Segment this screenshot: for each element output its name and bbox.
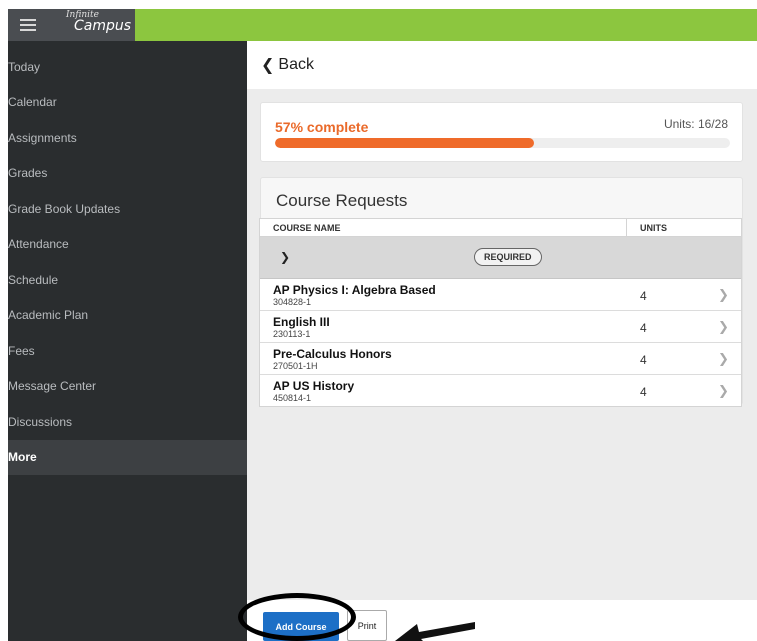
course-name: AP US History [273,379,355,393]
sidebar-item-academic-plan[interactable]: Academic Plan [8,298,247,334]
course-code: 450814-1 [273,393,312,403]
sidebar-item-label: Academic Plan [8,308,89,323]
sidebar-item-message-center[interactable]: Message Center [8,369,247,405]
table-row[interactable]: English III 230113-1 4 ❯ [260,311,741,343]
sidebar-item-attendance[interactable]: Attendance [8,227,247,263]
chevron-right-icon: ❯ [718,287,729,302]
app-logo[interactable]: Infinite Campus [48,9,135,41]
sidebar-item-label: More [8,450,37,465]
column-header-units: UNITS [640,223,667,233]
sidebar-item-discussions[interactable]: Discussions [8,404,247,440]
sidebar-item-label: Today [8,59,41,74]
sidebar-item-label: Attendance [8,237,69,252]
sidebar-item-assignments[interactable]: Assignments [8,120,247,156]
action-footer: Add Course Print [247,600,757,641]
menu-toggle-button[interactable] [8,9,48,41]
progress-track [275,138,730,148]
course-name: English III [273,315,330,329]
course-units: 4 [640,353,647,367]
course-units: 4 [640,321,647,335]
sidebar-item-label: Assignments [8,130,77,145]
chevron-right-icon: ❯ [718,351,729,366]
column-header-course-name: COURSE NAME [260,219,627,236]
course-code: 230113-1 [273,329,311,339]
required-group-row[interactable]: ❯ REQUIRED [260,237,741,279]
table-header: COURSE NAME UNITS [260,219,741,237]
sidebar: Today Calendar Assignments Grades Grade … [8,41,247,641]
table-row[interactable]: AP Physics I: Algebra Based 304828-1 4 ❯ [260,279,741,311]
units-label: Units: 16/28 [663,117,728,131]
chevron-down-icon[interactable]: ❯ [280,250,290,264]
logo-line-2: Campus [74,18,132,34]
sidebar-item-label: Calendar [8,95,57,110]
sidebar-item-grades[interactable]: Grades [8,156,247,192]
sidebar-item-calendar[interactable]: Calendar [8,85,247,121]
course-units: 4 [640,385,647,399]
sidebar-item-label: Discussions [8,414,73,429]
course-name: AP Physics I: Algebra Based [273,283,436,297]
table-row[interactable]: AP US History 450814-1 4 ❯ [260,375,741,406]
print-button[interactable]: Print [347,610,387,641]
sidebar-item-label: Message Center [8,379,97,394]
add-course-button[interactable]: Add Course [263,612,339,641]
required-badge: REQUIRED [474,248,542,266]
chevron-right-icon: ❯ [718,319,729,334]
sidebar-nav: Today Calendar Assignments Grades Grade … [8,41,247,475]
progress-fill [275,138,535,148]
table-row[interactable]: Pre-Calculus Honors 270501-1H 4 ❯ [260,343,741,375]
top-margin [0,0,757,9]
sidebar-item-more[interactable]: More [8,439,247,475]
sidebar-item-schedule[interactable]: Schedule [8,262,247,298]
back-bar: ❮ Back [247,41,757,89]
sidebar-item-label: Fees [8,343,35,358]
course-units: 4 [640,289,647,303]
sidebar-item-today[interactable]: Today [8,49,247,85]
course-requests-table: COURSE NAME UNITS ❯ REQUIRED AP Physics … [259,218,742,407]
progress-label: 57% complete [275,119,369,135]
sidebar-item-label: Grade Book Updates [8,201,121,216]
main-content: ❮ Back 57% complete Units: 16/28 Course … [247,41,757,641]
chevron-right-icon: ❯ [718,383,729,398]
sidebar-item-label: Grades [8,166,48,181]
course-code: 304828-1 [273,297,312,307]
back-button[interactable]: ❮ Back [261,55,314,75]
sidebar-item-grade-book-updates[interactable]: Grade Book Updates [8,191,247,227]
course-code: 270501-1H [273,361,318,371]
chevron-left-icon: ❮ [261,57,275,74]
back-label: Back [278,56,314,73]
sidebar-item-fees[interactable]: Fees [8,333,247,369]
hamburger-icon [20,19,36,31]
course-requests-card: Course Requests COURSE NAME UNITS ❯ REQU… [259,177,743,407]
progress-card: 57% complete Units: 16/28 [260,102,743,162]
top-bar: Infinite Campus [8,9,757,41]
section-title: Course Requests [276,191,408,210]
course-name: Pre-Calculus Honors [273,347,392,361]
sidebar-item-label: Schedule [8,272,59,287]
